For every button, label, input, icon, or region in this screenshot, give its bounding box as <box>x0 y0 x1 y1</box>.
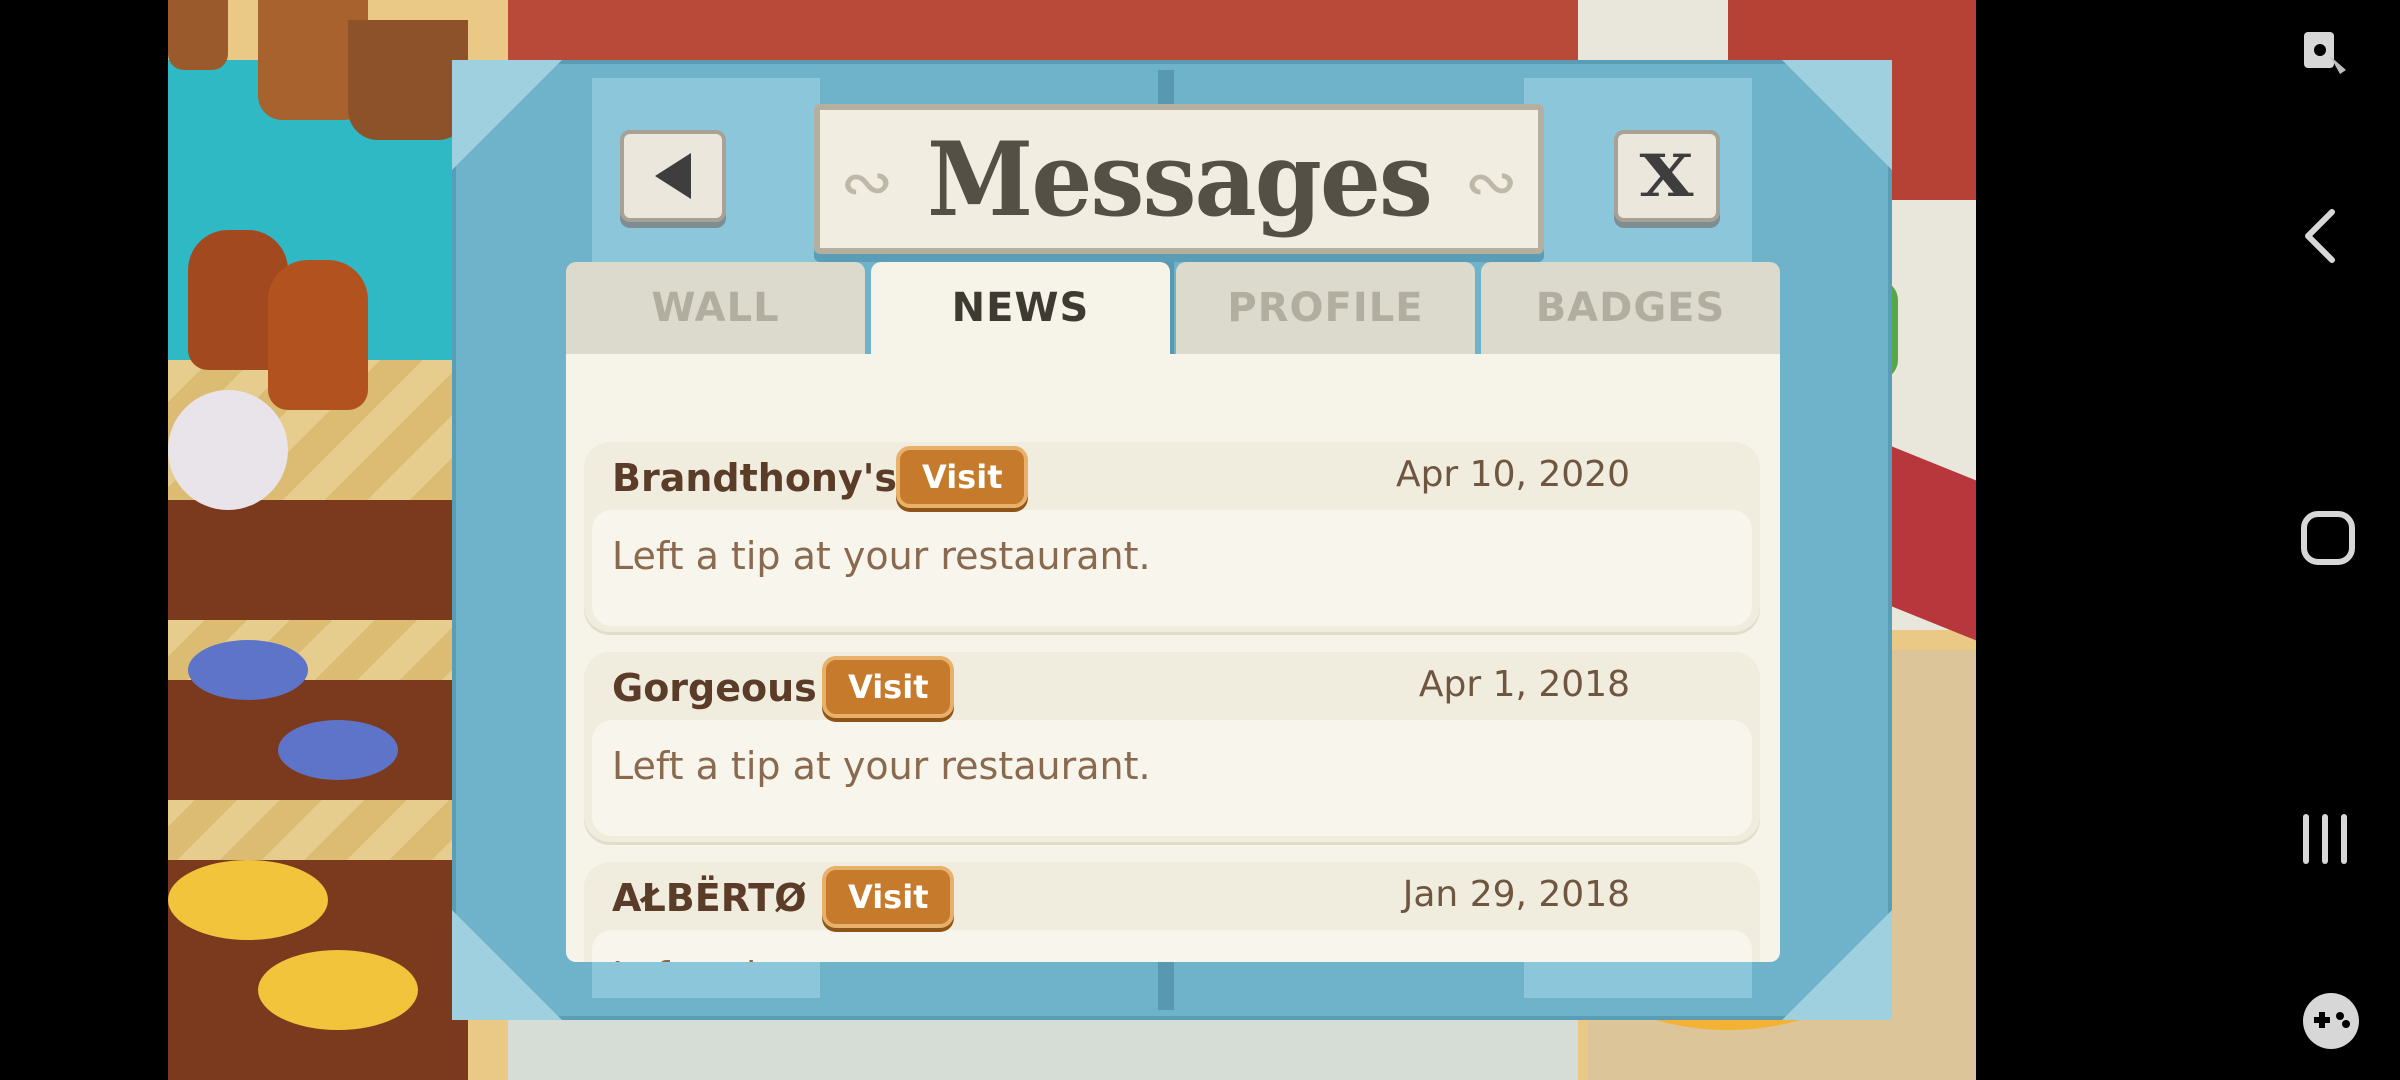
visit-button[interactable]: Visit <box>822 866 955 928</box>
message-date: Jan 29, 2018 <box>1402 874 1630 915</box>
sender-name: Gorgeous <box>612 666 817 710</box>
tab-badges[interactable]: BADGES <box>1481 262 1780 354</box>
swirl-ornament-icon: ∾ <box>1464 146 1518 220</box>
message-text: Left a tip at your restaurant. <box>612 534 1151 578</box>
news-list[interactable]: Brandthony's Visit Apr 10, 2020 Left a t… <box>566 354 1780 962</box>
close-button[interactable]: X <box>1614 130 1720 222</box>
frame-corner <box>1782 60 1892 170</box>
game-controller-icon[interactable] <box>2300 990 2362 1056</box>
recents-nav-icon[interactable] <box>2300 812 2350 870</box>
list-item: Gorgeous Visit Apr 1, 2018 Left a tip at… <box>584 652 1760 842</box>
back-nav-icon[interactable] <box>2300 208 2340 268</box>
tab-bar: WALL NEWS PROFILE BADGES <box>566 262 1780 354</box>
floor-bottom <box>508 1020 1578 1080</box>
message-text: Left a tip at your restaurant. <box>612 744 1151 788</box>
screenshot-tool-icon[interactable] <box>2300 28 2350 90</box>
message-date: Apr 1, 2018 <box>1418 664 1630 705</box>
barrel <box>348 20 468 140</box>
cupcake-stand <box>168 390 288 510</box>
food-plate <box>278 720 398 780</box>
tab-news[interactable]: NEWS <box>871 262 1170 354</box>
turkey-decoration <box>268 260 368 410</box>
tab-profile[interactable]: PROFILE <box>1176 262 1475 354</box>
message-date: Apr 10, 2020 <box>1395 454 1630 495</box>
sender-name: Brandthony's <box>612 456 897 500</box>
back-arrow-icon <box>655 153 691 199</box>
frame-corner <box>1782 910 1892 1020</box>
sender-name: AŁBËRTØ <box>612 876 807 920</box>
swirl-ornament-icon: ∾ <box>840 146 894 220</box>
food-plate <box>258 950 418 1030</box>
back-button[interactable] <box>620 130 726 222</box>
list-item: Brandthony's Visit Apr 10, 2020 Left a t… <box>584 442 1760 632</box>
food-plate <box>188 640 308 700</box>
list-item: AŁBËRTØ Visit Jan 29, 2018 Left a tip at… <box>584 862 1760 962</box>
food-plate <box>168 860 328 940</box>
frame-corner <box>452 910 562 1020</box>
back-wall <box>508 0 1578 60</box>
buffet-table <box>168 500 468 620</box>
message-text: Left a tip at your restaurant. <box>612 954 1151 962</box>
dialog-title: Messages <box>927 119 1433 239</box>
visit-button[interactable]: Visit <box>822 656 955 718</box>
barrel <box>168 0 228 70</box>
visit-button[interactable]: Visit <box>896 446 1029 508</box>
title-banner: ∾ Messages ∾ <box>814 104 1544 254</box>
tab-wall[interactable]: WALL <box>566 262 865 354</box>
close-icon: X <box>1639 142 1695 210</box>
messages-dialog: ∾ Messages ∾ X WALL NEWS PROFILE BADGES … <box>452 60 1892 1020</box>
home-nav-icon[interactable] <box>2300 510 2356 570</box>
frame-corner <box>452 60 562 170</box>
